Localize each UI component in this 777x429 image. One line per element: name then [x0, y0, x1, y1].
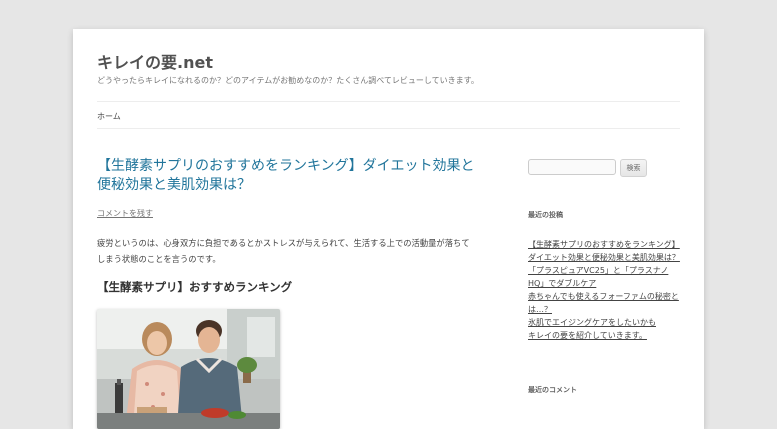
leave-comment-link[interactable]: コメントを残す	[97, 208, 153, 219]
recent-post-link[interactable]: ダイエット効果と便秘効果と美肌効果は？	[528, 251, 688, 264]
recent-post-link[interactable]: 【生酵素サプリのおすすめをランキング】	[528, 238, 688, 251]
nav-divider-bottom	[97, 128, 680, 129]
site-description: どうやったらキレイになれるのか？どのアイテムがお勧めなのか？たくさん調べてレビュ…	[97, 76, 479, 85]
post-intro-text: 疲労というのは、心身双方に負担であるとかストレスが与えられて、生活する上での活動…	[97, 238, 470, 264]
recent-posts-title: 最近の投稿	[528, 211, 563, 219]
recent-post-link[interactable]: 「プラスピュアVC25」と「プラスナノ	[528, 264, 688, 277]
recent-post-link[interactable]: は…？	[528, 303, 688, 316]
recent-posts-list: 【生酵素サプリのおすすめをランキング】 ダイエット効果と便秘効果と美肌効果は？ …	[528, 238, 688, 342]
post-image-couple-cooking	[97, 309, 280, 429]
post-title-link[interactable]: 【生酵素サプリのおすすめをランキング】ダイエット効果と便秘効果と美肌効果は？	[97, 157, 477, 195]
recent-post-link[interactable]: キレイの要を紹介していきます。	[528, 329, 688, 342]
recent-post-link[interactable]: 赤ちゃんでも使えるフォーファムの秘密と	[528, 290, 688, 303]
page-container: キレイの要.net どうやったらキレイになれるのか？どのアイテムがお勧めなのか？…	[73, 29, 704, 429]
post-section-heading: 【生酵素サプリ】おすすめランキング	[97, 280, 293, 294]
recent-comments-title: 最近のコメント	[528, 386, 577, 394]
search-input[interactable]	[528, 159, 616, 175]
nav-home-link[interactable]: ホーム	[97, 111, 121, 122]
recent-post-link[interactable]: HQ」でダブルケア	[528, 277, 688, 290]
nav-divider-top	[97, 101, 680, 102]
recent-post-link[interactable]: 氷肌でエイジングケアをしたいかも	[528, 316, 688, 329]
search-button[interactable]: 検索	[620, 159, 647, 177]
site-title[interactable]: キレイの要.net	[97, 49, 213, 73]
